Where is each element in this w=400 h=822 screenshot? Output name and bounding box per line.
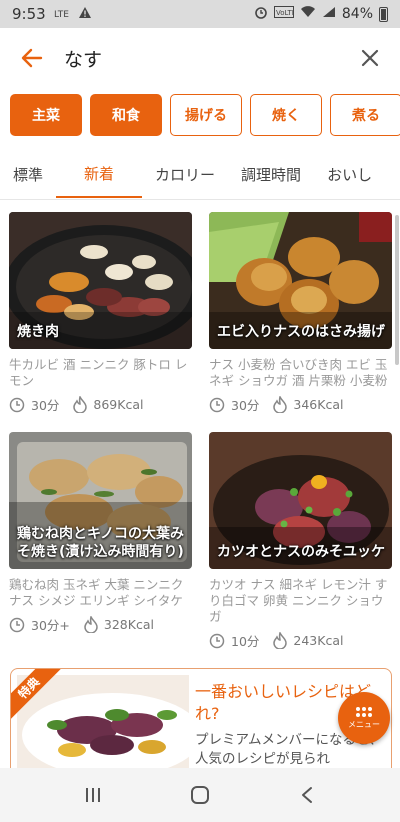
recipe-calories: 869Kcal xyxy=(93,397,144,412)
sort-tabs: 標準 新着 カロリー 調理時間 おいし xyxy=(0,150,400,200)
recipe-photo: 鶏むね肉とキノコの大葉みそ焼き(漬け込み時間有り) xyxy=(9,432,192,569)
clock-icon xyxy=(9,617,25,632)
recipe-title: 鶏むね肉とキノコの大葉みそ焼き(漬け込み時間有り) xyxy=(17,526,185,560)
fab-label: メニュー xyxy=(348,720,380,729)
search-header: なす xyxy=(0,28,400,88)
recipe-photo: エビ入りナスのはさみ揚げ xyxy=(209,212,392,349)
tab-tasty[interactable]: おいし xyxy=(314,150,385,198)
home-icon xyxy=(190,786,209,804)
clock-icon xyxy=(209,397,225,412)
volte-icon: VoLTE xyxy=(273,6,296,22)
flame-icon xyxy=(273,396,288,413)
recipe-meta: 30分 346Kcal xyxy=(209,395,392,414)
recipe-meta: 10分 243Kcal xyxy=(209,631,392,650)
recipe-ingredients: 牛カルビ 酒 ニンニク 豚トロ レモン xyxy=(9,357,188,388)
chip-main-dish[interactable]: 主菜 xyxy=(10,94,82,136)
search-input[interactable]: なす xyxy=(64,45,340,72)
wifi-icon xyxy=(300,6,316,22)
chip-grilled[interactable]: 焼く xyxy=(250,94,322,136)
svg-text:LTE: LTE xyxy=(54,10,69,19)
recipe-title: カツオとナスのみそユッケ xyxy=(217,544,385,560)
recipe-ingredients: 鶏むね肉 玉ネギ 大葉 ニンニク ナス シメジ エリンギ シイタケ xyxy=(9,577,184,608)
chip-japanese[interactable]: 和食 xyxy=(90,94,162,136)
tab-standard[interactable]: 標準 xyxy=(0,150,56,198)
status-time: 9:53 xyxy=(12,5,46,23)
battery-percent: 84% xyxy=(341,6,373,22)
lte-icon: LTE xyxy=(54,5,70,23)
back-button[interactable] xyxy=(0,28,64,88)
recipe-title: エビ入りナスのはさみ揚げ xyxy=(217,324,385,340)
clock-icon xyxy=(209,633,225,648)
clock-icon xyxy=(9,397,25,412)
recipe-calories: 346Kcal xyxy=(293,397,344,412)
recipe-photo: 焼き肉 xyxy=(9,212,192,349)
category-chip-row: 主菜 和食 揚げる 焼く 煮る xyxy=(0,94,400,138)
tab-cook-time[interactable]: 調理時間 xyxy=(228,150,314,198)
recipe-meta: 30分+ 328Kcal xyxy=(9,615,192,634)
recipe-time: 30分+ xyxy=(31,618,70,633)
recipe-calories: 243Kcal xyxy=(293,633,344,648)
back-arrow-icon xyxy=(21,48,43,68)
battery-icon xyxy=(379,6,388,22)
recipe-card[interactable]: カツオとナスのみそユッケ カツオ ナス 細ネギ レモン汁 すり白ゴマ 卵黄 ニン… xyxy=(209,432,392,650)
recent-apps-button[interactable] xyxy=(63,770,123,820)
recipe-time: 30分 xyxy=(231,398,260,413)
recipe-calories: 328Kcal xyxy=(103,617,154,632)
recipe-ingredients: カツオ ナス 細ネギ レモン汁 すり白ゴマ 卵黄 ニンニク ショウガ xyxy=(209,577,388,624)
system-nav-bar xyxy=(0,768,400,822)
recipe-ingredients: ナス 小麦粉 合いびき肉 エビ 玉ネギ ショウガ 酒 片栗粉 小麦粉 xyxy=(209,357,388,388)
alarm-icon xyxy=(254,5,268,23)
tab-calories[interactable]: カロリー xyxy=(142,150,228,198)
status-bar: 9:53 LTE VoLTE 84% xyxy=(0,0,400,28)
recipe-card[interactable]: 鶏むね肉とキノコの大葉みそ焼き(漬け込み時間有り) 鶏むね肉 玉ネギ 大葉 ニン… xyxy=(9,432,192,634)
warning-icon xyxy=(78,5,92,23)
premium-banner[interactable]: 特典 一番おいしいレシピはどれ? プレミアムメンバーになると、人気のレシピが見ら… xyxy=(10,668,392,778)
svg-text:VoLTE: VoLTE xyxy=(276,9,294,17)
scroll-indicator[interactable] xyxy=(395,215,399,365)
menu-fab-button[interactable]: メニュー xyxy=(338,692,390,744)
recipe-time: 30分 xyxy=(31,398,60,413)
clear-search-button[interactable] xyxy=(340,28,400,88)
recent-apps-icon xyxy=(86,788,101,802)
recipe-time: 10分 xyxy=(231,634,260,649)
recipe-card[interactable]: 焼き肉 牛カルビ 酒 ニンニク 豚トロ レモン 30分 869Kcal xyxy=(9,212,192,414)
recipe-photo: カツオとナスのみそユッケ xyxy=(209,432,392,569)
flame-icon xyxy=(84,616,98,633)
flame-icon xyxy=(273,632,288,649)
close-icon xyxy=(361,49,379,67)
signal-icon xyxy=(322,6,336,22)
recipe-card[interactable]: エビ入りナスのはさみ揚げ ナス 小麦粉 合いびき肉 エビ 玉ネギ ショウガ 酒 … xyxy=(209,212,392,414)
chip-fried[interactable]: 揚げる xyxy=(170,94,242,136)
recipe-meta: 30分 869Kcal xyxy=(9,395,192,414)
premium-photo xyxy=(17,675,189,775)
back-nav-button[interactable] xyxy=(277,770,337,820)
tab-newest[interactable]: 新着 xyxy=(56,150,143,198)
home-button[interactable] xyxy=(170,770,230,820)
grid-dots-icon xyxy=(356,707,372,717)
flame-icon xyxy=(73,396,88,413)
chip-simmered[interactable]: 煮る xyxy=(330,94,400,136)
recipe-title: 焼き肉 xyxy=(17,324,59,340)
chevron-left-icon xyxy=(301,787,312,803)
